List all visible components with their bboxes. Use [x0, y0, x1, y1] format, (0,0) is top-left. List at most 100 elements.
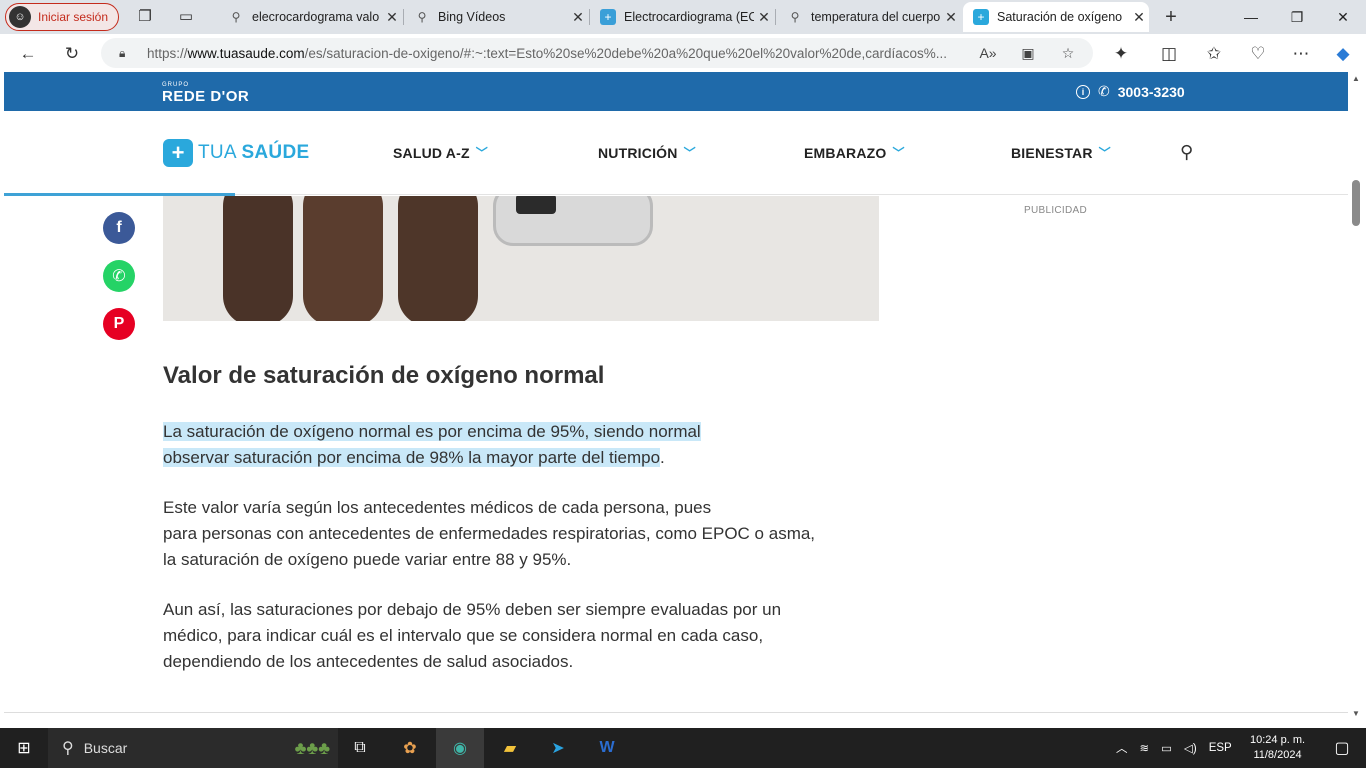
menu-nutricion[interactable]: NUTRICIÓN ﹀ [598, 144, 696, 161]
taskbar-search[interactable]: ⚲ Buscar ♣♣♣ [48, 728, 338, 768]
tab-1[interactable]: ⚲ elecrocardograma valo ✕ [218, 2, 402, 32]
address-bar[interactable]: 🔒︎ https://www.tuasaude.com/es/saturacio… [101, 38, 1093, 68]
menu-salud-az[interactable]: SALUD A-Z ﹀ [393, 144, 488, 161]
workspaces-icon[interactable]: ❐ [135, 7, 155, 27]
tab-title: Electrocardiograma (EC [624, 10, 754, 24]
browser-essentials-icon[interactable]: ♡ [1247, 43, 1269, 65]
close-icon[interactable]: ✕ [382, 9, 402, 26]
tab-title: elecrocardograma valo [252, 10, 380, 24]
tab-3[interactable]: + Electrocardiograma (EC ✕ [590, 2, 774, 32]
url-text[interactable]: https://www.tuasaude.com/es/saturacion-d… [147, 46, 969, 61]
top-brand-bar: GRUPO REDE D'OR i ✆ 3003-3230 [4, 72, 1348, 111]
menu-bienestar[interactable]: BIENESTAR ﹀ [1011, 144, 1111, 161]
tab-2[interactable]: ⚲ Bing Vídeos ✕ [404, 2, 588, 32]
highlighted-text: observar saturación por encima de 98% la… [163, 448, 661, 467]
favorites-icon[interactable]: ✩ [1203, 43, 1225, 65]
chevron-up-icon[interactable]: ︿ [1116, 740, 1128, 756]
search-icon[interactable]: ⚲ [1180, 142, 1193, 163]
rede-dor-logo[interactable]: GRUPO REDE D'OR [162, 82, 249, 106]
extensions-icon[interactable]: ✦ [1110, 43, 1132, 65]
wifi-icon[interactable]: ≋ [1140, 741, 1150, 755]
system-tray: ︿ ≋ ▭ ◁) ESP [1116, 728, 1232, 768]
page-viewport: GRUPO REDE D'OR i ✆ 3003-3230 + TUA SAÚD… [4, 72, 1348, 720]
chevron-down-icon: ﹀ [475, 146, 488, 160]
search-icon: ⚲ [417, 10, 427, 24]
pinterest-share-icon[interactable]: P [103, 308, 135, 340]
battery-icon[interactable]: ▭ [1161, 741, 1172, 755]
paragraph-1: La saturación de oxígeno normal es por e… [163, 422, 701, 467]
ad-label: PUBLICIDAD [1024, 205, 1088, 216]
favorite-star-icon[interactable]: ☆ [1058, 43, 1078, 63]
language-indicator[interactable]: ESP [1209, 742, 1232, 754]
chevron-down-icon: ﹀ [892, 146, 905, 160]
scrollbar-thumb[interactable] [1352, 180, 1360, 226]
minimize-icon[interactable]: — [1228, 0, 1274, 34]
clock-time: 10:24 p. m. [1250, 734, 1306, 746]
tab-4[interactable]: ⚲ temperatura del cuerpo ✕ [777, 2, 961, 32]
notifications-icon[interactable]: ▢ [1318, 728, 1366, 768]
search-icon: ⚲ [790, 10, 800, 24]
close-icon[interactable]: ✕ [1129, 9, 1149, 26]
phone-number[interactable]: 3003-3230 [1118, 84, 1185, 100]
task-view-icon[interactable]: ⧉ [336, 728, 384, 768]
highlighted-text: La saturación de oxígeno normal es por e… [163, 422, 701, 441]
info-icon[interactable]: i [1076, 84, 1090, 99]
copilot-app-icon[interactable]: ✿ [386, 728, 434, 768]
trees-icon: ♣♣♣ [294, 737, 330, 758]
search-icon: ⚲ [62, 740, 74, 757]
lock-icon[interactable]: 🔒︎ [119, 46, 133, 61]
back-icon[interactable]: ← [17, 43, 39, 65]
tab-title: Saturación de oxígeno [997, 10, 1123, 24]
tab-actions-icon[interactable]: ▭ [176, 7, 196, 27]
restore-icon[interactable]: ❐ [1274, 0, 1320, 34]
paragraph-2: Este valor varía según los antecedentes … [163, 498, 816, 569]
reader-view-icon[interactable]: ▣ [1018, 43, 1038, 63]
article-hero-image [163, 196, 879, 321]
horizontal-scrollbar[interactable] [4, 712, 1348, 720]
plus-icon: + [163, 139, 193, 167]
profile-button[interactable]: ☺ Iniciar sesión [5, 3, 119, 31]
whatsapp-share-icon[interactable]: ✆ [103, 260, 135, 292]
phone-contact[interactable]: i ✆ 3003-3230 [1076, 83, 1185, 100]
browser-tab-bar: ☺ Iniciar sesión ❐ ▭ ⚲ elecrocardograma … [0, 0, 1366, 34]
section-heading: Valor de saturación de oxígeno normal [163, 362, 605, 389]
split-screen-icon[interactable]: ◫ [1158, 43, 1180, 65]
profile-label: Iniciar sesión [38, 10, 109, 24]
refresh-icon[interactable]: ↻ [61, 43, 83, 65]
windows-start-icon[interactable]: ⊞ [0, 728, 48, 768]
file-explorer-icon[interactable]: ▰ [486, 728, 534, 768]
tab-5-active[interactable]: + Saturación de oxígeno ✕ [963, 2, 1149, 32]
menu-embarazo[interactable]: EMBARAZO ﹀ [804, 144, 905, 161]
new-tab-icon[interactable]: + [1161, 7, 1181, 27]
clock-date: 11/8/2024 [1253, 749, 1302, 761]
read-aloud-icon[interactable]: A» [978, 43, 998, 63]
word-app-icon[interactable]: W [583, 728, 631, 768]
chevron-down-icon: ﹀ [683, 146, 696, 160]
chevron-down-icon: ﹀ [1098, 146, 1111, 160]
tuasaude-logo[interactable]: + TUA SAÚDE [163, 139, 309, 167]
search-icon: ⚲ [231, 10, 241, 24]
paragraph-3: Aun así, las saturaciones por debajo de … [163, 600, 782, 671]
vertical-scrollbar[interactable]: ▲ ▼ [1348, 72, 1366, 720]
volume-icon[interactable]: ◁) [1184, 741, 1197, 755]
taskbar-search-label: Buscar [83, 740, 128, 756]
address-bar-row: ← ↻ 🔒︎ https://www.tuasaude.com/es/satur… [0, 34, 1366, 72]
tab-title: temperatura del cuerpo [811, 10, 941, 24]
close-icon[interactable]: ✕ [754, 9, 774, 26]
tab-title: Bing Vídeos [438, 10, 506, 24]
edge-app-icon[interactable]: ◉ [436, 728, 484, 768]
more-menu-icon[interactable]: ⋯ [1290, 43, 1312, 65]
facebook-share-icon[interactable]: f [103, 212, 135, 244]
site-icon: + [600, 9, 616, 25]
scroll-up-icon[interactable]: ▲ [1352, 74, 1360, 83]
clock[interactable]: 10:24 p. m. 11/8/2024 [1250, 728, 1305, 768]
close-icon[interactable]: ✕ [941, 9, 961, 26]
site-header: + TUA SAÚDE SALUD A-Z ﹀ NUTRICIÓN ﹀ EMBARA… [4, 111, 1348, 195]
phone-icon: ✆ [1098, 83, 1110, 99]
close-icon[interactable]: ✕ [568, 9, 588, 26]
telegram-icon[interactable]: ➤ [534, 728, 582, 768]
copilot-icon[interactable]: ◆ [1332, 43, 1354, 65]
window-close-icon[interactable]: ✕ [1320, 0, 1366, 34]
scroll-down-icon[interactable]: ▼ [1352, 709, 1360, 718]
tuasaude-icon: + [973, 9, 989, 25]
